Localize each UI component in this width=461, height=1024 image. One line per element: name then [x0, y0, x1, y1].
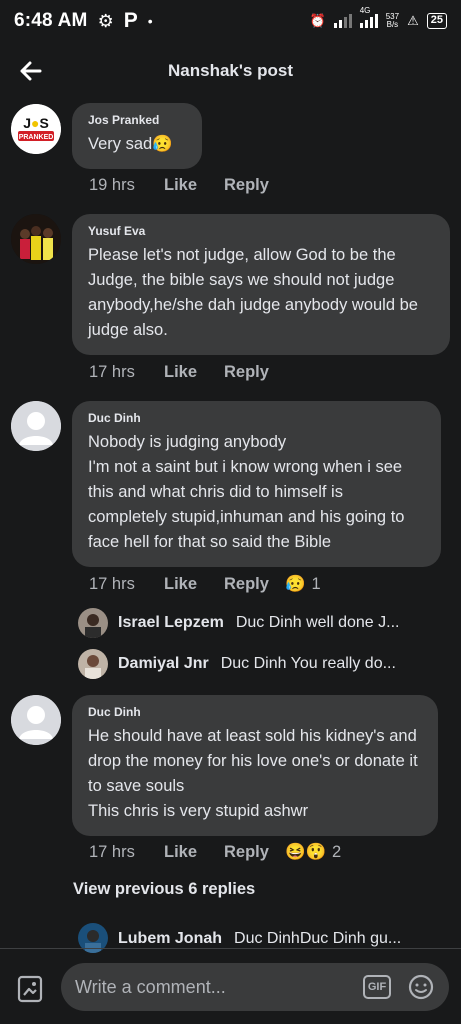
- default-user-icon: [11, 401, 61, 451]
- comment-text-line: This chris is very stupid ashwr: [88, 802, 309, 820]
- comment-box: GIF: [61, 963, 449, 1011]
- warning-icon: ⚠: [407, 13, 419, 28]
- comment-bubble[interactable]: Jos Pranked Very sad😥: [72, 103, 202, 169]
- view-previous-replies-link[interactable]: View previous 6 replies: [73, 880, 255, 899]
- default-user-icon: [11, 695, 61, 745]
- reply-button[interactable]: Reply: [224, 843, 269, 862]
- reaction-summary[interactable]: 😆😲 2: [285, 843, 341, 862]
- avatar-damiyal-jnr[interactable]: [78, 649, 108, 679]
- comment-text-line: Nobody is judging anybody: [88, 433, 287, 451]
- reply-preview[interactable]: Israel Lepzem Duc Dinh well done J...: [118, 614, 399, 632]
- emoji-button[interactable]: [407, 973, 435, 1001]
- comment-actions: 17 hrs Like Reply: [89, 363, 269, 382]
- comment-author[interactable]: Yusuf Eva: [88, 224, 434, 238]
- avatar-israel-lepzem[interactable]: [78, 608, 108, 638]
- reply-snippet: Duc Dinh You really do...: [220, 655, 396, 672]
- reply-preview[interactable]: Damiyal Jnr Duc Dinh You really do...: [118, 655, 396, 673]
- signal-icon-2: [359, 14, 378, 28]
- status-time: 6:48 AM: [14, 10, 88, 31]
- reaction-count: 1: [311, 575, 321, 593]
- avatar-duc-dinh[interactable]: [11, 401, 61, 451]
- group-photo-avatar: [11, 214, 61, 264]
- comment-text: He should have at least sold his kidney'…: [88, 724, 422, 824]
- comment-time: 19 hrs: [89, 176, 135, 194]
- page-title: Nanshak's post: [168, 61, 293, 80]
- signal-icon: [333, 14, 352, 28]
- more-notifications-dot: •: [147, 13, 153, 29]
- comment-bubble[interactable]: Duc Dinh Nobody is judging anybody I'm n…: [72, 401, 441, 567]
- svg-text:PRANKED: PRANKED: [19, 134, 54, 141]
- reply-snippet: Duc Dinh well done J...: [235, 614, 400, 631]
- avatar-duc-dinh[interactable]: [11, 695, 61, 745]
- network-type: 4G: [359, 6, 371, 15]
- status-bar: 6:48 AM ⚙ P • ⏰ 4G 537 B/s ⚠ 25: [0, 0, 461, 42]
- comment-actions: 17 hrs Like Reply 😥 1: [89, 575, 321, 594]
- reply-button[interactable]: Reply: [224, 575, 269, 594]
- comment-bubble[interactable]: Duc Dinh He should have at least sold hi…: [72, 695, 438, 836]
- comment-text: Nobody is judging anybody I'm not a sain…: [88, 430, 425, 555]
- comment-text: Please let's not judge, allow God to be …: [88, 246, 418, 339]
- network-speed: 537 B/s: [386, 13, 399, 29]
- reply-snippet: Duc DinhDuc Dinh gu...: [234, 930, 402, 947]
- comment-text-line: He should have at least sold his kidney'…: [88, 727, 418, 795]
- like-button[interactable]: Like: [164, 363, 224, 382]
- laugh-wow-reaction-icons: 😆😲: [284, 843, 327, 861]
- net-speed-unit: B/s: [386, 20, 399, 29]
- photo-gallery-button[interactable]: [16, 974, 46, 1004]
- comment-text-line: I'm not a saint but i know wrong when i …: [88, 458, 405, 551]
- smiley-icon: [408, 974, 434, 1000]
- battery-icon: 25: [426, 13, 447, 29]
- comment-author[interactable]: Duc Dinh: [88, 411, 425, 425]
- app-notification-icon: P: [123, 9, 138, 32]
- alarm-icon: ⏰: [309, 13, 326, 28]
- svg-text:J●S: J●S: [23, 115, 49, 131]
- gear-icon: ⚙: [97, 10, 114, 31]
- like-button[interactable]: Like: [164, 176, 224, 195]
- comment-time: 17 hrs: [89, 575, 135, 593]
- user-photo-avatar: [78, 608, 108, 638]
- back-button[interactable]: [14, 54, 48, 88]
- reply-preview[interactable]: Lubem Jonah Duc DinhDuc Dinh gu...: [118, 930, 401, 948]
- comment-author[interactable]: Jos Pranked: [88, 113, 186, 127]
- sad-reaction-icon: 😥: [284, 575, 306, 593]
- avatar-yusuf-eva[interactable]: [11, 214, 61, 264]
- user-photo-avatar: [78, 649, 108, 679]
- image-gallery-icon: [17, 975, 43, 1003]
- reply-button[interactable]: Reply: [224, 176, 269, 195]
- comment-text: Very sad😥: [88, 132, 186, 157]
- reply-author[interactable]: Lubem Jonah: [118, 930, 222, 948]
- sad-face-icon: 😥: [152, 135, 173, 153]
- reaction-summary[interactable]: 😥 1: [285, 575, 321, 594]
- comment-composer: GIF: [0, 949, 461, 1024]
- reaction-count: 2: [332, 843, 342, 861]
- app-header: Nanshak's post: [0, 42, 461, 100]
- comment-time: 17 hrs: [89, 363, 135, 381]
- comment-text-body: Very sad: [88, 135, 153, 153]
- jos-pranked-logo: J●S PRANKED: [11, 104, 61, 154]
- comment-input[interactable]: [75, 976, 355, 998]
- avatar-jos-pranked[interactable]: J●S PRANKED: [11, 104, 61, 154]
- like-button[interactable]: Like: [164, 575, 224, 594]
- gif-button[interactable]: GIF: [363, 975, 391, 999]
- reply-author[interactable]: Damiyal Jnr: [118, 655, 209, 673]
- comment-bubble[interactable]: Yusuf Eva Please let's not judge, allow …: [72, 214, 450, 355]
- comment-author[interactable]: Duc Dinh: [88, 705, 422, 719]
- comment-actions: 19 hrs Like Reply: [89, 176, 269, 195]
- like-button[interactable]: Like: [164, 843, 224, 862]
- comment-time: 17 hrs: [89, 843, 135, 861]
- reply-button[interactable]: Reply: [224, 363, 269, 382]
- comment-actions: 17 hrs Like Reply 😆😲 2: [89, 843, 341, 862]
- reply-author[interactable]: Israel Lepzem: [118, 614, 224, 632]
- arrow-left-icon: [20, 61, 42, 81]
